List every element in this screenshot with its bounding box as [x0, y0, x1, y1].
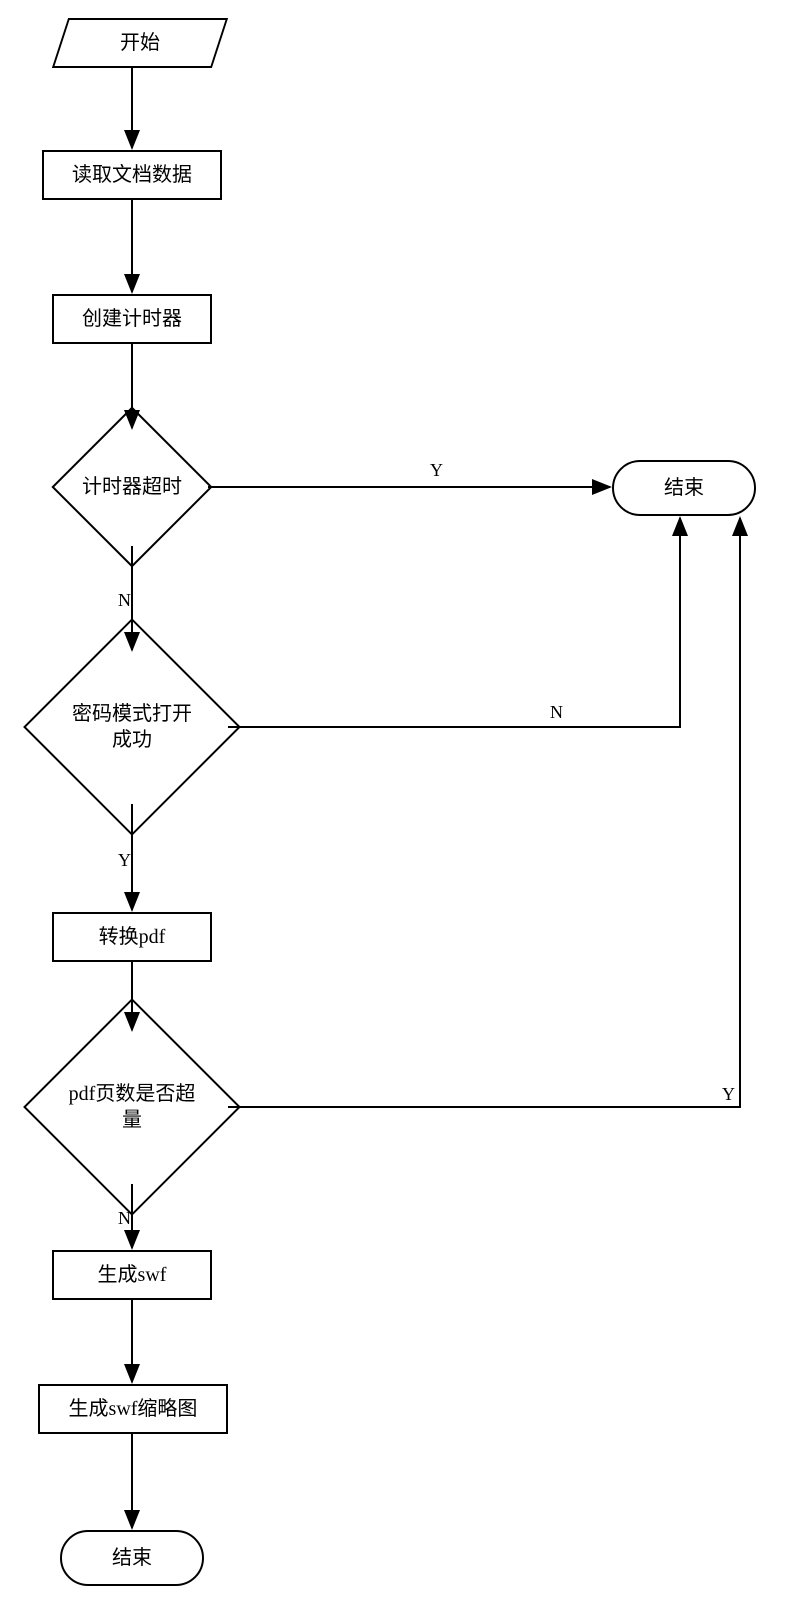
node-start: 开始 — [50, 18, 230, 68]
node-gen-swf-thumb-label: 生成swf缩略图 — [69, 1396, 198, 1422]
node-pdf-pages: pdf页数是否超 量 — [55, 1030, 209, 1184]
label-timer-n: N — [118, 590, 131, 611]
node-end-bottom: 结束 — [60, 1530, 204, 1586]
node-convert-pdf-label: 转换pdf — [99, 924, 166, 950]
node-gen-swf: 生成swf — [52, 1250, 212, 1300]
node-gen-swf-thumb: 生成swf缩略图 — [38, 1384, 228, 1434]
node-timer-timeout-label: 计时器超时 — [78, 474, 186, 500]
node-create-timer-label: 创建计时器 — [82, 306, 182, 332]
node-read-doc: 读取文档数据 — [42, 150, 222, 200]
node-gen-swf-label: 生成swf — [98, 1262, 167, 1288]
label-pdf-n: N — [118, 1208, 131, 1229]
label-timer-y: Y — [430, 460, 443, 481]
node-password-open-label: 密码模式打开 成功 — [68, 701, 196, 753]
node-create-timer: 创建计时器 — [52, 294, 212, 344]
node-read-doc-label: 读取文档数据 — [72, 162, 192, 188]
node-password-open: 密码模式打开 成功 — [55, 650, 209, 804]
node-end-right-label: 结束 — [664, 475, 704, 501]
flowchart-canvas: 开始 读取文档数据 创建计时器 计时器超时 密码模式打开 成功 转换pdf pd… — [0, 0, 800, 1619]
node-end-bottom-label: 结束 — [112, 1545, 152, 1571]
label-pwd-n: N — [550, 702, 563, 723]
label-pwd-y: Y — [118, 850, 131, 871]
node-end-right: 结束 — [612, 460, 756, 516]
node-start-label: 开始 — [120, 30, 160, 56]
label-pdf-y: Y — [722, 1084, 735, 1105]
node-pdf-pages-label: pdf页数是否超 量 — [65, 1081, 200, 1133]
node-timer-timeout: 计时器超时 — [75, 430, 189, 544]
node-convert-pdf: 转换pdf — [52, 912, 212, 962]
